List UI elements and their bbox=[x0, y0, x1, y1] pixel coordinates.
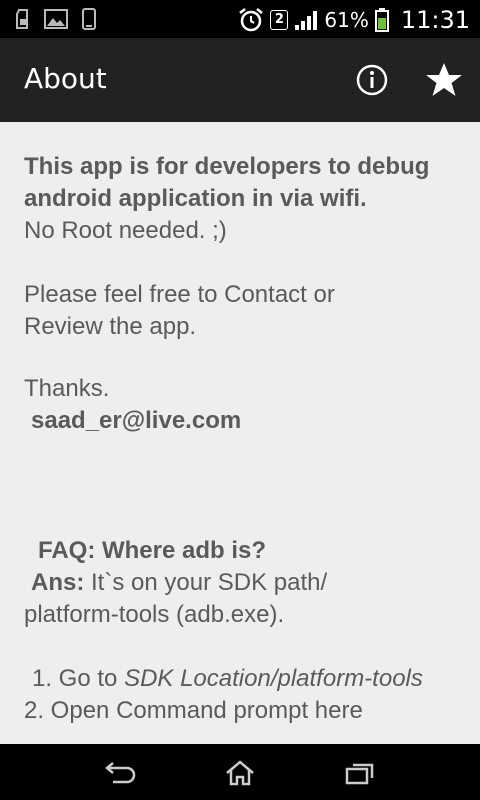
signal-icon bbox=[295, 11, 318, 30]
intro-line-2: android application in via wifi. bbox=[24, 185, 367, 212]
info-button[interactable] bbox=[352, 60, 392, 100]
recent-apps-icon bbox=[345, 763, 374, 785]
notification-icons bbox=[16, 8, 96, 30]
home-button[interactable] bbox=[216, 756, 264, 790]
battery-percent: 61% bbox=[324, 8, 369, 32]
no-root-text: No Root needed. ;) bbox=[24, 217, 227, 244]
navigation-bar bbox=[0, 744, 480, 800]
recent-apps-button[interactable] bbox=[336, 756, 384, 790]
step-2: 2. Open Command prompt here bbox=[24, 697, 363, 724]
sd-card-icon bbox=[16, 9, 28, 29]
image-icon bbox=[44, 9, 68, 29]
step-1-prefix: 1. Go to bbox=[32, 665, 125, 692]
step-1: 1. Go to SDK Location/platform-tools bbox=[32, 663, 423, 695]
faq-answer: Ans: It`s on your SDK path/ bbox=[31, 567, 327, 599]
intro-line-1: This app is for developers to debug bbox=[24, 153, 430, 180]
battery-icon bbox=[374, 8, 389, 32]
back-icon bbox=[105, 762, 136, 784]
notification-count-badge: 2 bbox=[270, 10, 289, 30]
faq-question: FAQ: Where adb is? bbox=[38, 537, 267, 564]
page-title: About bbox=[24, 62, 107, 95]
thanks-text: Thanks. bbox=[24, 375, 110, 402]
status-icons: 2 61% 11:31 bbox=[238, 6, 470, 34]
action-bar: About bbox=[0, 38, 480, 123]
email-link[interactable]: saad_er@live.com bbox=[31, 405, 241, 437]
about-content: This app is for developers to debug andr… bbox=[0, 122, 480, 744]
contact-line-2: Review the app. bbox=[24, 313, 197, 340]
step-1-path: SDK Location/platform-tools bbox=[124, 665, 423, 692]
faq-answer-text: It`s on your SDK path/ bbox=[84, 569, 328, 596]
alarm-icon bbox=[239, 8, 264, 32]
info-icon bbox=[356, 64, 388, 96]
home-icon bbox=[226, 760, 254, 786]
faq-answer-line-2: platform-tools (adb.exe). bbox=[24, 601, 285, 628]
faq-answer-label: Ans: bbox=[31, 569, 85, 596]
rate-button[interactable] bbox=[424, 60, 464, 100]
back-button[interactable] bbox=[96, 756, 144, 790]
star-icon bbox=[426, 63, 462, 96]
contact-line-1: Please feel free to Contact or bbox=[24, 281, 335, 308]
phone-icon bbox=[82, 8, 96, 30]
status-bar: 2 61% 11:31 bbox=[0, 0, 480, 38]
clock: 11:31 bbox=[400, 6, 470, 34]
